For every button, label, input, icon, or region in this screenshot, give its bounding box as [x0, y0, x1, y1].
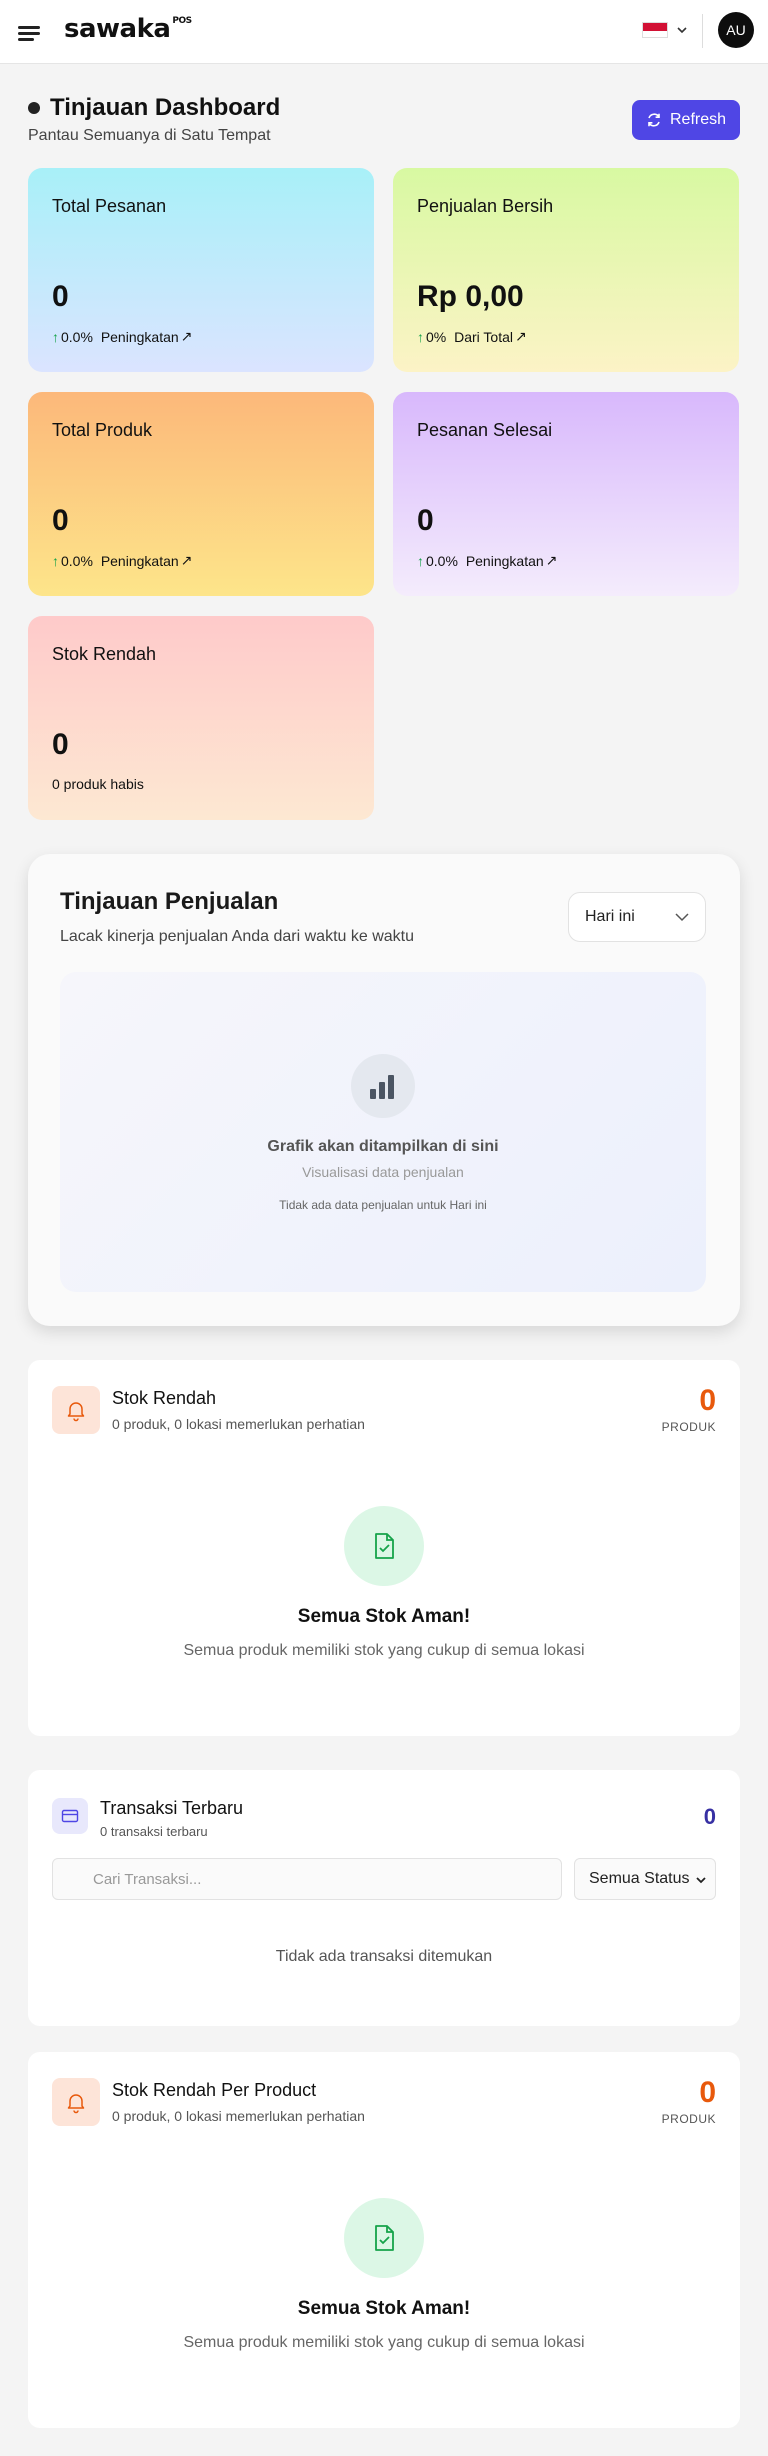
- sales-overview-panel: Tinjauan Penjualan Lacak kinerja penjual…: [28, 854, 740, 1326]
- app-logo[interactable]: sawaka POS: [64, 14, 192, 44]
- stat-card-net-sales: Penjualan Bersih Rp 0,00 ↑ 0% Dari Total ↗: [393, 168, 739, 372]
- trending-up-icon: ↗: [180, 552, 193, 568]
- stat-value: 0: [52, 504, 69, 537]
- stat-value: 0: [52, 728, 69, 761]
- stat-title: Stok Rendah: [52, 644, 157, 664]
- search-input[interactable]: [52, 1858, 562, 1900]
- title-dot-icon: [28, 102, 40, 114]
- stat-card-completed-orders: Pesanan Selesai 0 ↑ 0.0% Peningkatan ↗: [393, 392, 739, 596]
- overview-subtitle: Lacak kinerja penjualan Anda dari waktu …: [60, 928, 414, 945]
- stat-card-total-products: Total Produk 0 ↑ 0.0% Peningkatan ↗: [28, 392, 374, 596]
- status-filter-select[interactable]: Semua Status: [574, 1858, 716, 1900]
- stat-title: Total Produk: [52, 420, 153, 440]
- stat-note: 0 produk habis: [52, 776, 144, 792]
- product-count: 0: [699, 2076, 716, 2109]
- ok-title: Semua Stok Aman!: [297, 2298, 471, 2319]
- bell-icon: [52, 2078, 100, 2126]
- period-select[interactable]: Hari ini: [568, 892, 706, 942]
- status-filter-value: Semua Status: [589, 1870, 690, 1887]
- refresh-label: Refresh: [669, 111, 727, 128]
- product-count-label: PRODUK: [661, 1420, 716, 1434]
- recent-transactions-panel: Transaksi Terbaru 0 transaksi terbaru 0 …: [28, 1770, 740, 2026]
- stat-change: ↑ 0.0% Peningkatan ↗: [52, 552, 193, 569]
- file-check-icon: [344, 2198, 424, 2278]
- stat-change: ↑ 0.0% Peningkatan ↗: [52, 328, 193, 345]
- stat-title: Total Pesanan: [52, 196, 167, 216]
- page-subtitle: Pantau Semuanya di Satu Tempat: [28, 127, 271, 144]
- panel-title: Stok Rendah Per Product: [112, 2080, 317, 2100]
- stat-value: Rp 0,00: [417, 280, 524, 313]
- bar-chart-icon: [351, 1054, 415, 1118]
- divider: [702, 14, 703, 48]
- indonesia-flag-icon[interactable]: [642, 22, 668, 38]
- chevron-down-icon[interactable]: [674, 22, 690, 38]
- panel-title: Transaksi Terbaru: [100, 1798, 244, 1818]
- stat-title: Pesanan Selesai: [417, 420, 553, 440]
- empty-transactions-message: Tidak ada transaksi ditemukan: [275, 1948, 493, 1965]
- trending-up-icon: ↗: [180, 328, 193, 344]
- refresh-icon: [648, 113, 660, 127]
- panel-subtitle: 0 produk, 0 lokasi memerlukan perhatian: [112, 1416, 365, 1432]
- transaction-count: 0: [703, 1804, 716, 1829]
- arrow-up-icon: ↑: [52, 552, 59, 569]
- ok-subtitle: Semua produk memiliki stok yang cukup di…: [183, 1642, 585, 1659]
- product-count: 0: [699, 1384, 716, 1417]
- stat-value: 0: [417, 504, 434, 537]
- chart-placeholder: Grafik akan ditampilkan di sini Visualis…: [60, 972, 706, 1292]
- panel-subtitle: 0 produk, 0 lokasi memerlukan perhatian: [112, 2108, 365, 2124]
- trending-up-icon: ↗: [515, 328, 527, 344]
- low-stock-panel: Stok Rendah 0 produk, 0 lokasi memerluka…: [28, 1360, 740, 1736]
- stat-title: Penjualan Bersih: [417, 196, 554, 216]
- arrow-up-icon: ↑: [52, 328, 59, 345]
- page-title: Tinjauan Dashboard: [50, 94, 281, 121]
- top-bar: sawaka POS AU: [0, 0, 768, 64]
- overview-title: Tinjauan Penjualan: [60, 888, 279, 915]
- bell-icon: [52, 1386, 100, 1434]
- ok-subtitle: Semua produk memiliki stok yang cukup di…: [183, 2334, 585, 2351]
- arrow-up-icon: ↑: [417, 328, 424, 345]
- period-value: Hari ini: [585, 908, 635, 925]
- chart-empty-note: Tidak ada data penjualan untuk Hari ini: [279, 1198, 487, 1212]
- refresh-button[interactable]: Refresh: [632, 100, 740, 140]
- stat-value: 0: [52, 280, 69, 313]
- stat-change: ↑ 0.0% Peningkatan ↗: [417, 552, 558, 569]
- chevron-down-icon: [696, 1877, 706, 1884]
- avatar[interactable]: AU: [718, 12, 754, 48]
- stat-change: ↑ 0% Dari Total ↗: [417, 328, 527, 345]
- low-stock-per-product-panel: Stok Rendah Per Product 0 produk, 0 loka…: [28, 2052, 740, 2428]
- chevron-down-icon: [675, 913, 689, 922]
- stat-card-total-orders: Total Pesanan 0 ↑ 0.0% Peningkatan ↗: [28, 168, 374, 372]
- panel-subtitle: 0 transaksi terbaru: [100, 1824, 208, 1839]
- file-check-icon: [344, 1506, 424, 1586]
- stat-card-low-stock: Stok Rendah 0 0 produk habis: [28, 616, 374, 820]
- ok-title: Semua Stok Aman!: [297, 1606, 471, 1627]
- menu-icon[interactable]: [18, 24, 42, 44]
- trending-up-icon: ↗: [545, 552, 558, 568]
- chart-placeholder-title: Grafik akan ditampilkan di sini: [267, 1138, 499, 1155]
- panel-title: Stok Rendah: [112, 1388, 217, 1408]
- arrow-up-icon: ↑: [417, 552, 424, 569]
- chart-placeholder-subtitle: Visualisasi data penjualan: [302, 1164, 464, 1180]
- product-count-label: PRODUK: [661, 2112, 716, 2126]
- credit-card-icon: [52, 1798, 88, 1834]
